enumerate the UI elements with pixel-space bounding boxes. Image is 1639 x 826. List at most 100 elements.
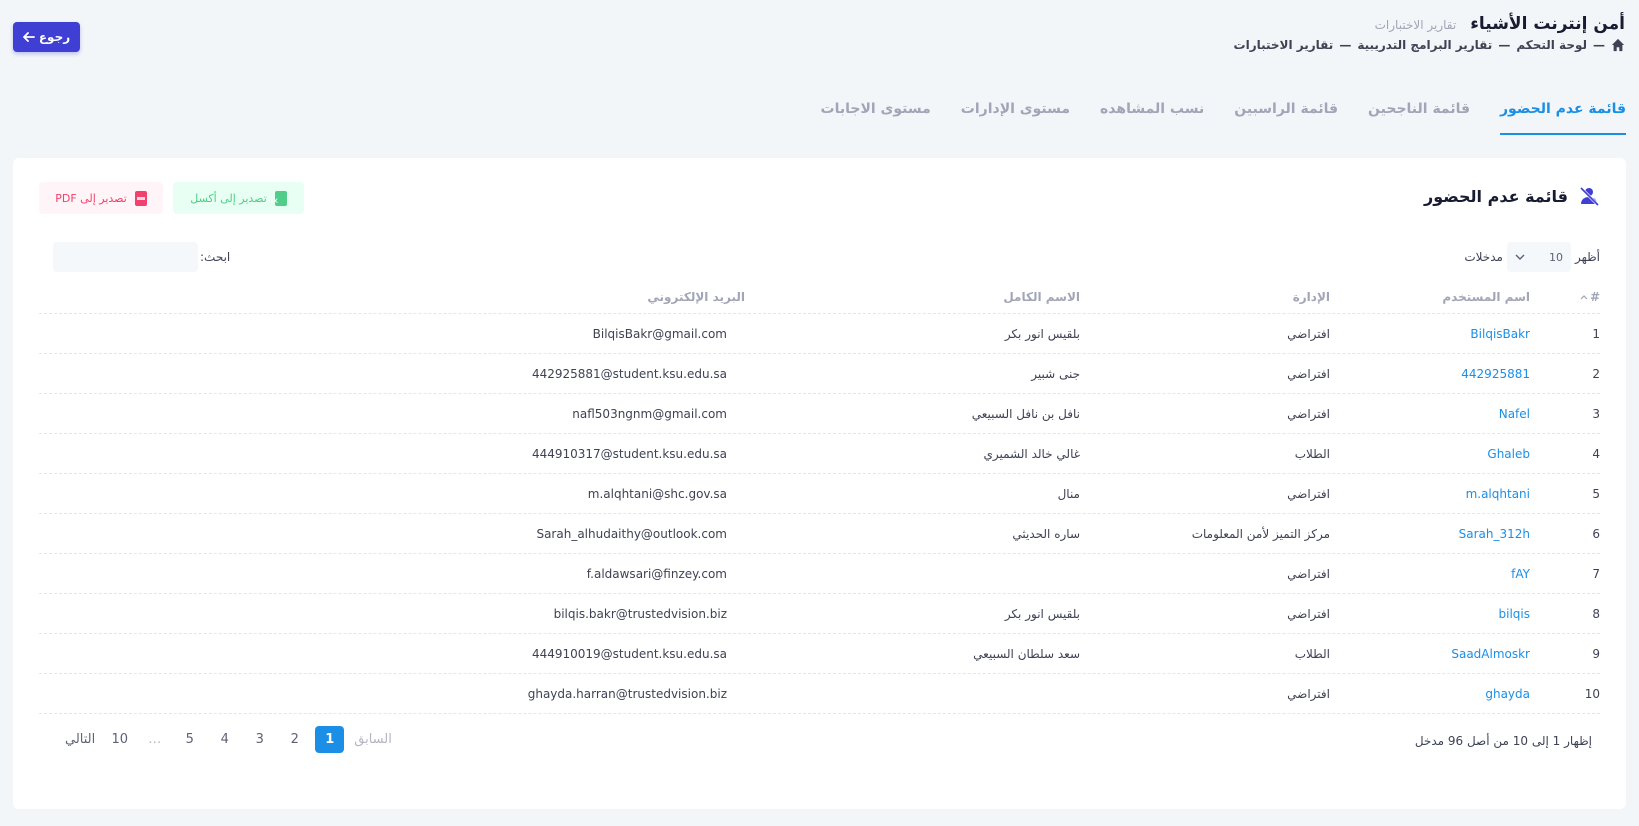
breadcrumb-item-dashboard[interactable]: لوحة التحكم <box>1516 38 1587 52</box>
user-slash-icon <box>1579 186 1600 207</box>
cell-fullname: جنى شبير <box>1031 366 1080 381</box>
cell-username[interactable]: Nafel <box>1330 407 1530 421</box>
search-control: ابحث: <box>53 242 230 272</box>
export-excel-label: تصدير إلى أكسل <box>190 191 267 205</box>
pagination: التالي 10 … 5 4 3 2 1 السابق <box>61 726 396 753</box>
page-length-control: أظهر 10 مدخلات <box>1464 242 1600 272</box>
page-length-select[interactable]: 10 <box>1506 242 1571 272</box>
page-button-10[interactable]: 10 <box>105 726 134 753</box>
tab-failed-list[interactable]: قائمة الراسبين <box>1234 95 1338 135</box>
cell-email: 442925881@student.ksu.edu.sa <box>531 366 727 381</box>
cell-email: BilqisBakr@gmail.com <box>592 326 727 341</box>
export-excel-button[interactable]: x تصدير إلى أكسل <box>173 182 304 214</box>
breadcrumb-sep: — <box>1339 38 1352 52</box>
absence-card: قائمة عدم الحضور x تصدير إلى أكسل تصدير … <box>13 158 1626 809</box>
table-row: 1 BilqisBakr افتراضي بلقيس انور بكر BilqisBa… <box>39 314 1600 354</box>
cell-department: افتراضي <box>1287 686 1330 701</box>
table-row: 9 SaadAlmoskr الطلاب سعد سلطان السبيعي 44491… <box>39 634 1600 674</box>
col-header-num[interactable]: # <box>1530 290 1600 304</box>
breadcrumb: — لوحة التحكم — تقارير البرامج التدريبية… <box>1234 38 1625 52</box>
username-link[interactable]: bilqis <box>1499 607 1531 621</box>
page-button-1[interactable]: 1 <box>315 726 345 753</box>
table-row: 7 fAY افتراضي f.aldawsari@finzey.com <box>39 554 1600 594</box>
cell-num: 10 <box>1584 686 1600 701</box>
username-link[interactable]: m.alqhtani <box>1466 487 1530 501</box>
cell-email: bilqis.bakr@trustedvision.biz <box>553 606 727 621</box>
breadcrumb-item-exam-reports: تقارير الاختبارات <box>1233 38 1334 52</box>
col-header-email[interactable]: البريد الإلكتروني <box>405 290 745 304</box>
table-info: إظهار 1 إلى 10 من أصل 96 مدخل <box>1414 734 1592 748</box>
table-row: 4 Ghaleb الطلاب غالي خالد الشميري 444910317@… <box>39 434 1600 474</box>
page-button-2[interactable]: 2 <box>280 726 309 753</box>
col-header-fullname[interactable]: الاسم الكامل <box>745 290 1080 304</box>
page-header: أمن إنترنت الأشياء تقارير الاختبارات — ل… <box>0 0 1639 80</box>
report-tabs: قائمة عدم الحضور قائمة الناجحين قائمة ال… <box>821 95 1626 135</box>
username-link[interactable]: fAY <box>1511 567 1530 581</box>
cell-num: 9 <box>1592 646 1600 661</box>
cell-username[interactable]: ghayda <box>1330 687 1530 701</box>
username-link[interactable]: ghayda <box>1485 687 1530 701</box>
cell-fullname: بلقيس انور بكر <box>1004 606 1080 621</box>
cell-fullname: بلقيس انور بكر <box>1004 326 1080 341</box>
cell-fullname: سعد سلطان السبيعي <box>973 646 1080 661</box>
page-button-4[interactable]: 4 <box>210 726 239 753</box>
cell-num: 5 <box>1592 486 1600 501</box>
cell-username[interactable]: Sarah_312h <box>1330 527 1530 541</box>
cell-fullname: ساره الحديثي <box>1012 526 1080 541</box>
cell-fullname: منال <box>1057 486 1080 501</box>
breadcrumb-sep: — <box>1593 38 1605 52</box>
card-title: قائمة عدم الحضور <box>1424 185 1600 207</box>
tab-absence-list[interactable]: قائمة عدم الحضور <box>1500 95 1626 135</box>
absence-table: # اسم المستخدم الإدارة الاسم الكامل البر… <box>39 280 1600 714</box>
col-header-department[interactable]: الإدارة <box>1080 290 1330 304</box>
table-header-row: # اسم المستخدم الإدارة الاسم الكامل البر… <box>39 280 1600 314</box>
cell-department: الطلاب <box>1294 446 1330 461</box>
cell-username[interactable]: Ghaleb <box>1330 447 1530 461</box>
table-row: 10 ghayda افتراضي ghayda.harran@trustedvisi… <box>39 674 1600 714</box>
tab-passed-list[interactable]: قائمة الناجحين <box>1368 95 1470 135</box>
tab-department-level[interactable]: مستوى الإدارات <box>961 95 1070 135</box>
cell-username[interactable]: fAY <box>1330 567 1530 581</box>
search-input[interactable] <box>53 242 198 272</box>
cell-department: افتراضي <box>1287 406 1330 421</box>
username-link[interactable]: BilqisBakr <box>1470 327 1530 341</box>
home-icon[interactable] <box>1611 38 1625 52</box>
cell-email: nafl503ngnm@gmail.com <box>572 406 727 421</box>
page-button-3[interactable]: 3 <box>245 726 274 753</box>
username-link[interactable]: SaadAlmoskr <box>1451 647 1530 661</box>
export-pdf-button[interactable]: تصدير إلى PDF <box>39 182 163 214</box>
entries-label: مدخلات <box>1464 250 1503 264</box>
tab-answers-level[interactable]: مستوى الاجابات <box>821 95 931 135</box>
username-link[interactable]: Nafel <box>1499 407 1530 421</box>
cell-username[interactable]: 442925881 <box>1330 367 1530 381</box>
cell-fullname: غالي خالد الشميري <box>983 446 1080 461</box>
sort-up-icon <box>1580 294 1588 299</box>
page-title: أمن إنترنت الأشياء <box>1470 14 1625 34</box>
table-row: 8 bilqis افتراضي بلقيس انور بكر bilqis.bakr@… <box>39 594 1600 634</box>
username-link[interactable]: 442925881 <box>1461 367 1530 381</box>
cell-username[interactable]: SaadAlmoskr <box>1330 647 1530 661</box>
cell-email: ghayda.harran@trustedvision.biz <box>527 686 727 701</box>
table-row: 3 Nafel افتراضي نافل بن نافل السبيعي nafl503… <box>39 394 1600 434</box>
cell-username[interactable]: bilqis <box>1330 607 1531 621</box>
cell-username[interactable]: m.alqhtani <box>1330 487 1530 501</box>
page-next-button[interactable]: التالي <box>61 726 99 753</box>
username-link[interactable]: Sarah_312h <box>1459 527 1530 541</box>
cell-username[interactable]: BilqisBakr <box>1330 327 1530 341</box>
tab-view-rates[interactable]: نسب المشاهده <box>1100 95 1204 135</box>
cell-email: f.aldawsari@finzey.com <box>586 566 727 581</box>
page-ellipsis: … <box>148 732 162 747</box>
table-row: 2 442925881 افتراضي جنى شبير 442925881@stude… <box>39 354 1600 394</box>
cell-department: افتراضي <box>1287 366 1330 381</box>
cell-email: m.alqhtani@shc.gov.sa <box>587 486 727 501</box>
col-header-username[interactable]: اسم المستخدم <box>1330 290 1530 304</box>
back-button[interactable]: رجوع <box>13 22 80 52</box>
page-button-5[interactable]: 5 <box>175 726 204 753</box>
username-link[interactable]: Ghaleb <box>1487 447 1530 461</box>
cell-email: Sarah_alhudaithy@outlook.com <box>536 526 727 541</box>
breadcrumb-item-training-reports[interactable]: تقارير البرامج التدريبية <box>1357 38 1492 52</box>
cell-num: 1 <box>1592 326 1600 341</box>
col-num-label: # <box>1589 289 1600 304</box>
cell-email: 444910019@student.ksu.edu.sa <box>531 646 727 661</box>
svg-text:x: x <box>275 196 278 205</box>
